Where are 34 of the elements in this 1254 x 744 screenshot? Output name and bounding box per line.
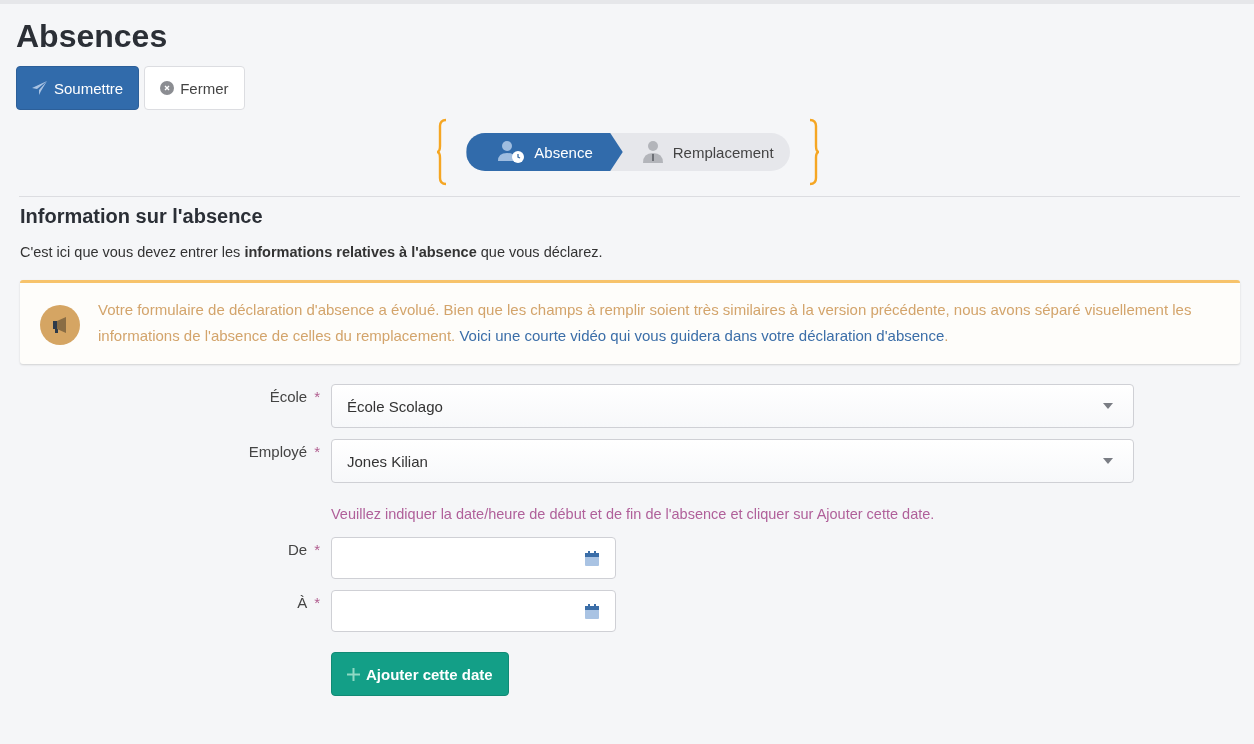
required-asterisk: *: [314, 541, 320, 558]
step-tab[interactable]: Absence: [466, 133, 623, 171]
brace-icon: [436, 118, 449, 186]
section-description: C'est ici que vous devez entrer les informations relatives à l'absence que vous déclarez.: [20, 244, 604, 260]
close-button[interactable]: Fermer: [144, 66, 245, 110]
hint-text: Veuillez indiquer la date/heure de début et de fin de l'absence et cliquer sur Ajouter cette date.: [331, 506, 936, 522]
required-asterisk: *: [314, 388, 320, 405]
plus-icon: [347, 667, 360, 681]
calendar-icon: [585, 603, 599, 619]
caret-icon: [1103, 403, 1113, 409]
field-label: À: [297, 594, 308, 611]
field-label: De: [287, 541, 308, 558]
select-field[interactable]: Jones Kilian: [331, 439, 1134, 483]
field-label: Employé: [248, 443, 308, 460]
required-asterisk: *: [314, 443, 320, 460]
date-field[interactable]: [331, 590, 616, 632]
date-field[interactable]: [331, 537, 616, 579]
caret-icon: [1103, 458, 1113, 464]
calendar-icon: [585, 550, 599, 566]
user-clock-icon: [498, 141, 525, 163]
page-title: Absences: [16, 18, 169, 54]
video-link[interactable]: Voici une courte vidéo qui vous guidera dans votre déclaration d'absence: [459, 326, 945, 344]
section-heading: Information sur l'absence: [20, 205, 264, 228]
close-icon: [160, 81, 175, 95]
notice-text: Votre formulaire de déclaration d'absence a évolué. Bien que les champs à remplir soient très similaires à la version précédente, nous avons séparé visuellement les informations de l'absence de celles du remplacement. Voici une courte vidéo qui vous guidera dans votre déclaration d'absence.: [98, 300, 1193, 346]
brace-icon: [807, 118, 820, 186]
megaphone-icon: [40, 305, 80, 345]
user-tie-icon: [642, 141, 663, 163]
submit-button[interactable]: Soumettre: [16, 66, 140, 110]
select-field[interactable]: École Scolago: [331, 384, 1134, 428]
required-asterisk: *: [314, 594, 320, 611]
paper-plane-icon: [32, 81, 48, 95]
field-label: École: [269, 388, 308, 405]
step-tab[interactable]: Remplacement: [622, 133, 790, 171]
